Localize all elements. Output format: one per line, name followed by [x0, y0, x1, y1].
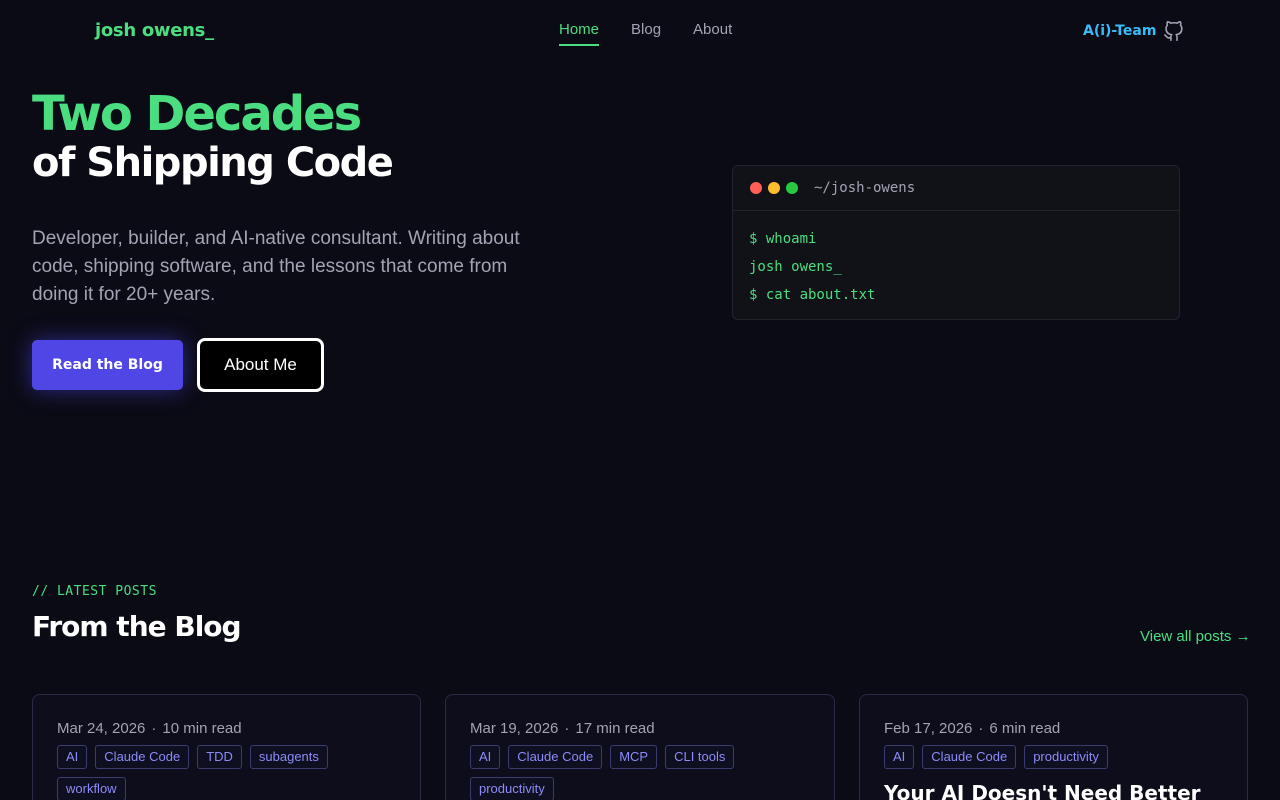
post-tag[interactable]: AI [470, 745, 501, 769]
post-meta: Feb 17, 2026 · 6 min read [884, 720, 1223, 737]
section-title: From the Blog [32, 610, 242, 643]
post-meta: Mar 24, 2026 · 10 min read [57, 720, 396, 737]
close-dot-icon [750, 182, 762, 194]
post-tag[interactable]: Claude Code [922, 745, 1017, 769]
nav-link-home[interactable]: Home [559, 21, 600, 46]
post-read-time: 10 min read [162, 720, 242, 737]
terminal-line: $ whoami [749, 231, 817, 247]
post-tag[interactable]: subagents [249, 745, 328, 769]
terminal-line: josh owens_ [749, 259, 842, 275]
post-date: Mar 19, 2026 [470, 720, 559, 737]
terminal-body: $ whoami josh owens_ $ cat about.txt [733, 211, 1179, 319]
meta-separator: · [564, 720, 570, 737]
post-tags: AI Claude Code MCP CLI tools productivit… [470, 745, 810, 800]
post-title[interactable]: Your AI Doesn't Need Better [884, 781, 1223, 800]
hero-title: of Shipping Code [32, 140, 394, 186]
post-tag[interactable]: Claude Code [95, 745, 190, 769]
ai-team-link[interactable]: A(i)-Team [1083, 23, 1156, 39]
hero-description: Developer, builder, and AI-native consul… [32, 228, 520, 305]
post-tag[interactable]: workflow [57, 777, 126, 800]
post-date: Feb 17, 2026 [884, 720, 973, 737]
meta-separator: · [978, 720, 984, 737]
terminal-path: ~/josh-owens [814, 180, 916, 196]
post-read-time: 6 min read [989, 720, 1061, 737]
post-tag[interactable]: TDD [197, 745, 242, 769]
post-tags: AI Claude Code productivity [884, 745, 1223, 769]
meta-separator: · [151, 720, 157, 737]
post-date: Mar 24, 2026 [57, 720, 146, 737]
section-tag: // LATEST POSTS [32, 584, 157, 599]
post-tag[interactable]: Claude Code [508, 745, 603, 769]
about-me-button[interactable]: About Me [197, 338, 324, 392]
post-tags: AI Claude Code TDD subagents workflow [57, 745, 396, 800]
post-tag[interactable]: AI [884, 745, 915, 769]
post-tag[interactable]: productivity [1024, 745, 1108, 769]
main-nav: Home Blog About [559, 21, 732, 46]
terminal-line: $ cat about.txt [749, 287, 876, 303]
view-all-posts-link[interactable]: View all posts → [1140, 628, 1251, 645]
post-card[interactable]: Mar 19, 2026 · 17 min read AI Claude Code … [445, 694, 835, 800]
post-card[interactable]: Feb 17, 2026 · 6 min read AI Claude Code p… [859, 694, 1248, 800]
post-read-time: 17 min read [575, 720, 655, 737]
site-header: josh owens_ Home Blog About A(i)-Team [0, 0, 1280, 64]
nav-link-blog[interactable]: Blog [631, 21, 661, 46]
post-card[interactable]: Mar 24, 2026 · 10 min read AI Claude Code … [32, 694, 421, 800]
nav-link-about[interactable]: About [693, 21, 732, 46]
read-blog-button[interactable]: Read the Blog [32, 340, 183, 390]
minimize-dot-icon [768, 182, 780, 194]
maximize-dot-icon [786, 182, 798, 194]
site-logo[interactable]: josh owens_ [95, 20, 214, 41]
github-icon[interactable] [1163, 21, 1184, 42]
post-tag[interactable]: MCP [610, 745, 658, 769]
post-tag[interactable]: productivity [470, 777, 554, 800]
terminal-window: ~/josh-owens $ whoami josh owens_ $ cat … [732, 165, 1180, 320]
hero-title-highlight: Two Decades [32, 86, 362, 142]
post-meta: Mar 19, 2026 · 17 min read [470, 720, 810, 737]
post-tag[interactable]: AI [57, 745, 88, 769]
post-tag[interactable]: CLI tools [665, 745, 735, 769]
terminal-title-bar: ~/josh-owens [733, 166, 1179, 211]
